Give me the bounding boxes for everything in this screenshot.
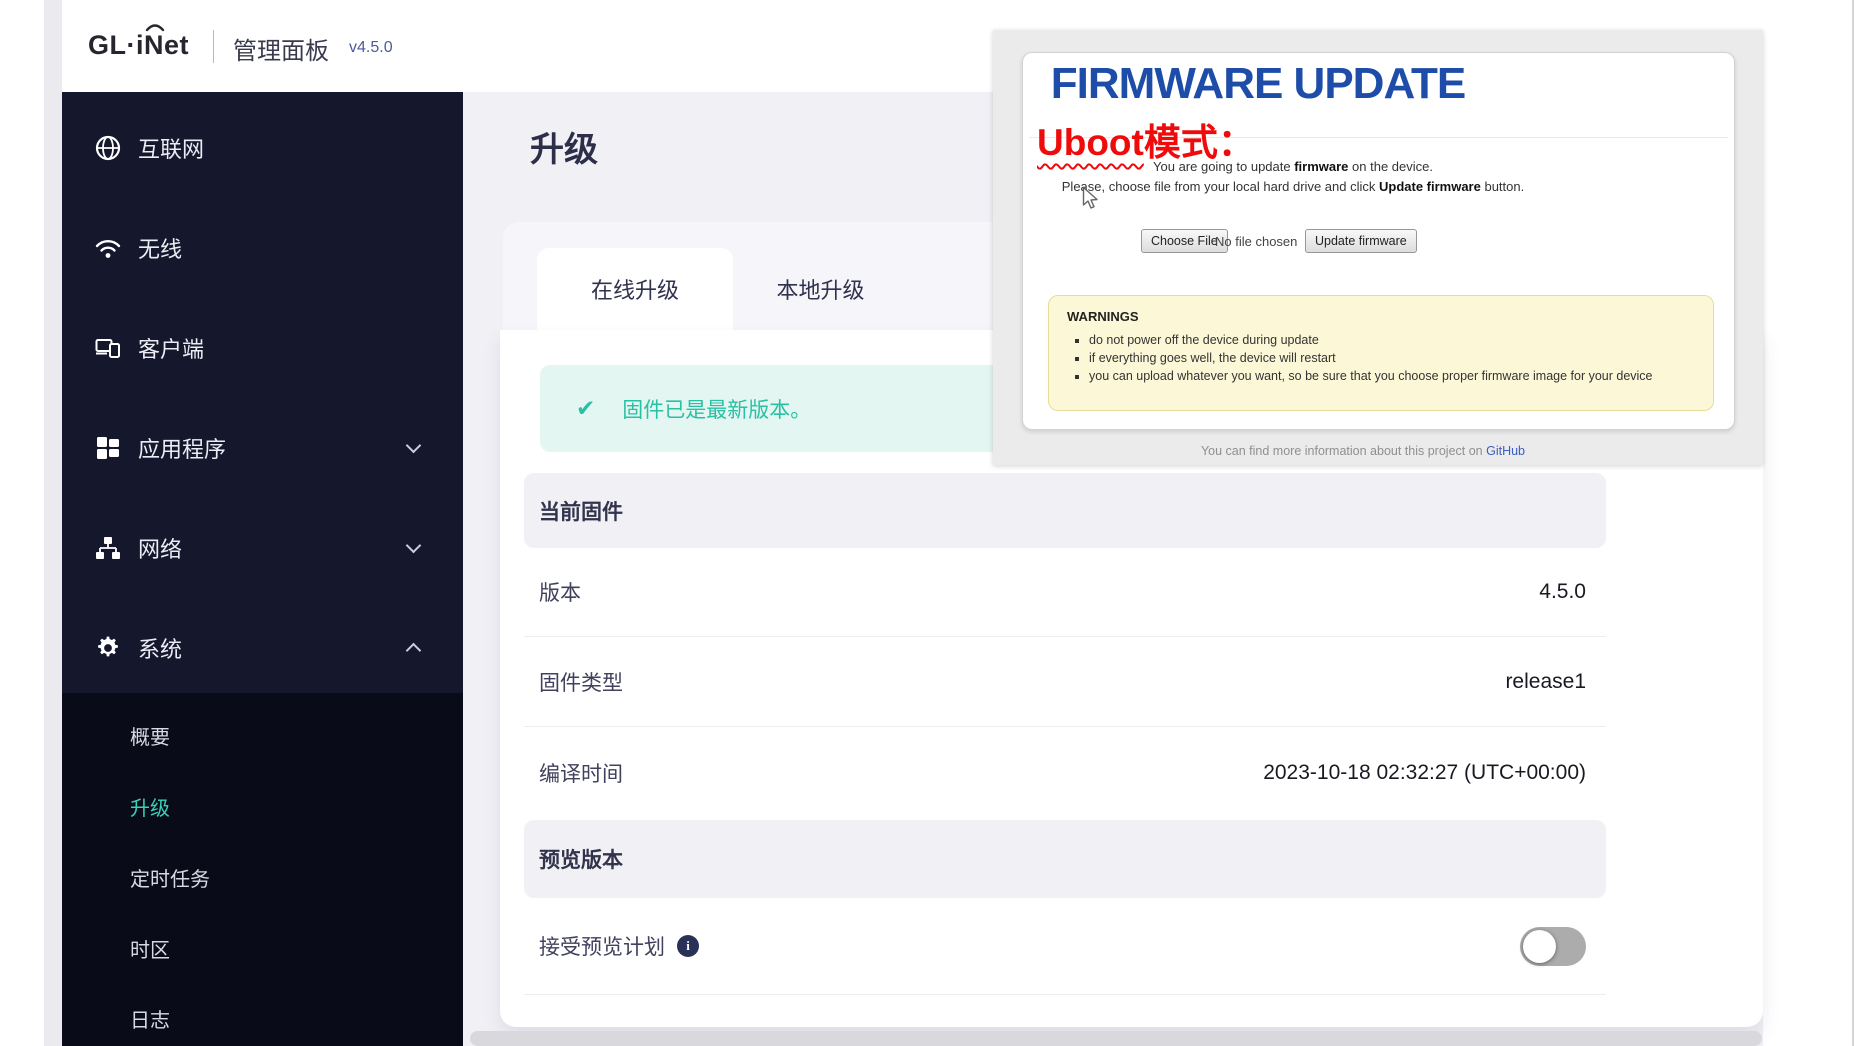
sidebar-item-label: 应用程序 xyxy=(138,437,227,462)
row-value: 2023-10-18 02:32:27 (UTC+00:00) xyxy=(1263,760,1586,784)
table-row-version: 版本 4.5.0 xyxy=(524,548,1606,637)
info-icon[interactable]: i xyxy=(677,935,699,957)
row-label: 接受预览计划 xyxy=(539,936,665,959)
preview-toggle[interactable] xyxy=(1520,926,1586,966)
apps-grid-icon xyxy=(95,435,121,461)
uboot-mode-annotation: Uboot模式： xyxy=(1037,122,1255,163)
github-link[interactable]: GitHub xyxy=(1486,444,1525,458)
warning-item: do not power off the device during updat… xyxy=(1089,331,1695,349)
toggle-knob xyxy=(1523,929,1556,963)
warning-item: if everything goes well, the device will… xyxy=(1089,349,1695,367)
file-status: No file chosen xyxy=(1215,234,1298,249)
overlay-footer: You can find more information about this… xyxy=(1200,444,1526,458)
panel-version: v4.5.0 xyxy=(349,39,393,56)
submenu-item-scheduled-tasks[interactable]: 定时任务 xyxy=(62,857,463,897)
network-tree-icon xyxy=(95,535,121,561)
system-submenu: 概要 升级 定时任务 时区 日志 xyxy=(62,693,463,1046)
update-firmware-button[interactable]: Update firmware xyxy=(1305,229,1417,253)
sidebar: 互联网 无线 客户端 应用程序 网络 系统 概要 升级 定时任务 时区 日志 xyxy=(62,92,463,1046)
sidebar-item-label: 客户端 xyxy=(138,337,205,362)
logo-wifi-arc-icon xyxy=(145,24,165,32)
sidebar-item-label: 系统 xyxy=(138,637,183,662)
firmware-update-card: FIRMWARE UPDATE You are going to update … xyxy=(1022,52,1735,430)
warnings-list: do not power off the device during updat… xyxy=(1067,331,1695,385)
sidebar-item-internet[interactable]: 互联网 xyxy=(62,126,463,170)
row-label: 编译时间 xyxy=(539,762,623,786)
sidebar-item-wireless[interactable]: 无线 xyxy=(62,226,463,270)
admin-panel-title: 管理面板 xyxy=(233,38,329,65)
uboot-firmware-overlay: FIRMWARE UPDATE You are going to update … xyxy=(993,30,1763,465)
globe-icon xyxy=(95,135,121,161)
chevron-up-icon xyxy=(405,642,422,659)
table-row-firmware-type: 固件类型 release1 xyxy=(524,637,1606,727)
firmware-update-title: FIRMWARE UPDATE xyxy=(1050,59,1466,108)
section-preview-version: 预览版本 xyxy=(524,820,1606,898)
sidebar-item-label: 网络 xyxy=(138,537,183,562)
submenu-item-log[interactable]: 日志 xyxy=(62,998,463,1038)
screen: GL·iNet 管理面板 v4.5.0 互联网 无线 客户端 应用程序 网络 系… xyxy=(0,0,1864,1046)
page-title: 升级 xyxy=(530,131,598,169)
section-current-firmware: 当前固件 xyxy=(524,473,1606,548)
sidebar-item-label: 互联网 xyxy=(138,137,205,162)
sidebar-item-label: 无线 xyxy=(138,237,183,262)
instruction-line-2: Please, choose file from your local hard… xyxy=(1061,179,1525,194)
alert-text: 固件已是最新版本。 xyxy=(622,398,812,422)
window-right-border xyxy=(1852,0,1854,1046)
check-icon: ✔ xyxy=(576,395,596,421)
sidebar-item-network[interactable]: 网络 xyxy=(62,526,463,570)
devices-icon xyxy=(95,335,121,361)
gear-icon xyxy=(95,635,121,661)
table-row-preview-program: 接受预览计划 i xyxy=(524,898,1606,995)
tab-local-upgrade[interactable]: 本地升级 xyxy=(733,248,908,330)
warnings-box: WARNINGS do not power off the device dur… xyxy=(1048,295,1714,411)
tab-online-upgrade[interactable]: 在线升级 xyxy=(537,248,733,330)
warnings-title: WARNINGS xyxy=(1067,309,1139,324)
glinet-logo: GL·iNet xyxy=(88,24,189,61)
row-value: release1 xyxy=(1505,669,1586,693)
submenu-item-timezone[interactable]: 时区 xyxy=(62,928,463,968)
logo-text: GL·iNet xyxy=(88,30,189,60)
browser-edge-strip xyxy=(44,0,62,1046)
chevron-down-icon xyxy=(405,537,422,554)
row-value: 4.5.0 xyxy=(1539,580,1586,603)
sidebar-item-applications[interactable]: 应用程序 xyxy=(62,426,463,470)
sidebar-item-clients[interactable]: 客户端 xyxy=(62,326,463,370)
horizontal-scrollbar[interactable] xyxy=(470,1031,1762,1046)
mouse-cursor-icon xyxy=(1082,186,1098,209)
warning-item: you can upload whatever you want, so be … xyxy=(1089,367,1695,385)
table-row-compile-time: 编译时间 2023-10-18 02:32:27 (UTC+00:00) xyxy=(524,727,1606,818)
row-label: 固件类型 xyxy=(539,671,623,695)
submenu-item-overview[interactable]: 概要 xyxy=(62,715,463,755)
chevron-down-icon xyxy=(405,437,422,454)
submenu-item-upgrade[interactable]: 升级 xyxy=(62,786,463,826)
header-divider xyxy=(213,30,214,63)
row-label: 版本 xyxy=(539,582,581,605)
sidebar-item-system[interactable]: 系统 xyxy=(62,626,463,670)
wifi-icon xyxy=(95,235,121,261)
